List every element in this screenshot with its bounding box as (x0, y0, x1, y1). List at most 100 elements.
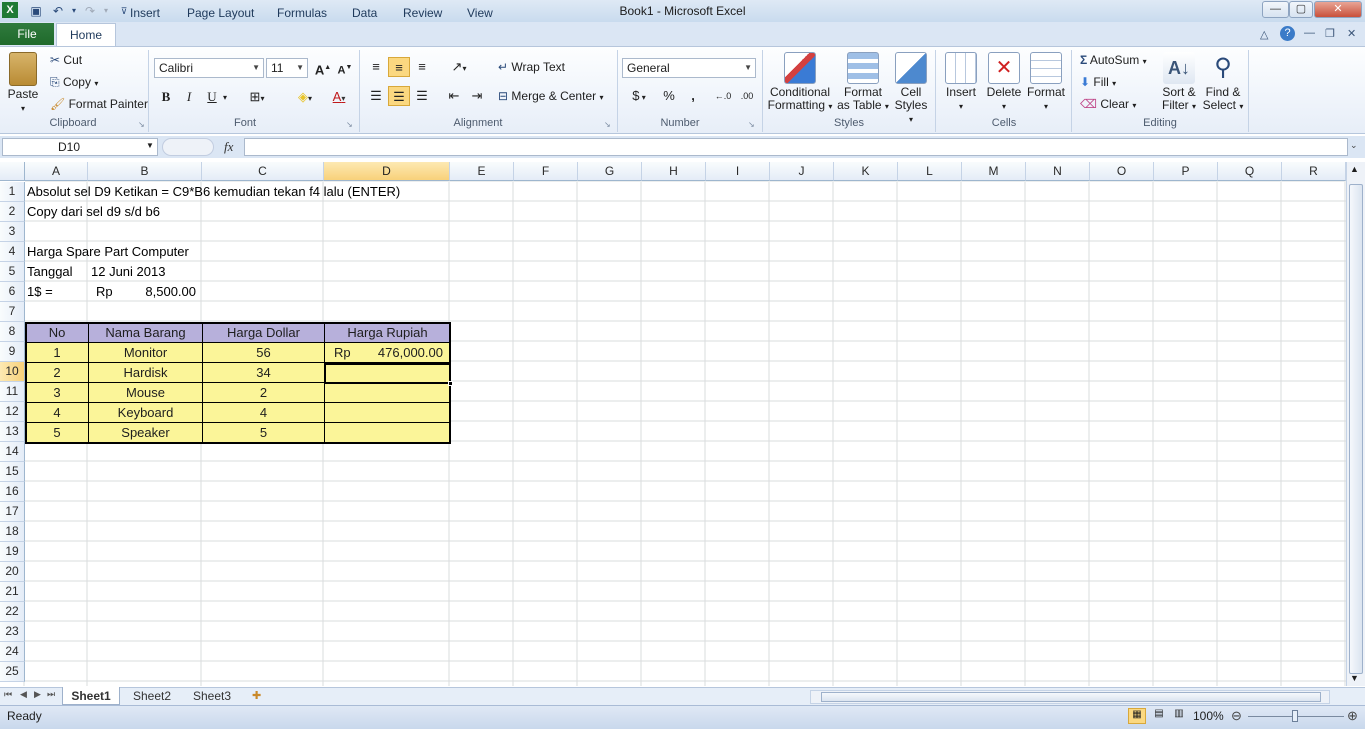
align-right-button[interactable]: ☰ (411, 86, 433, 106)
vertical-scroll-thumb[interactable] (1349, 184, 1363, 674)
tab-view[interactable]: View (457, 3, 503, 25)
table-cell-nama[interactable]: Mouse (88, 382, 203, 403)
borders-button[interactable]: ⊞▾ (246, 87, 268, 107)
fill-color-button[interactable]: ◈▾ (290, 87, 320, 107)
expand-formula-bar-icon[interactable]: ⌄ (1350, 140, 1358, 151)
align-center-button[interactable]: ☰ (388, 86, 410, 106)
merge-center-button[interactable]: ⊟ Merge & Center ▾ (498, 89, 603, 103)
tab-formulas[interactable]: Formulas (267, 3, 337, 25)
column-header-b[interactable]: B (88, 162, 202, 181)
table-cell-nama[interactable]: Speaker (88, 422, 203, 443)
column-header-g[interactable]: G (578, 162, 642, 181)
row-header-2[interactable]: 2 (0, 202, 25, 222)
column-header-j[interactable]: J (770, 162, 834, 181)
page-layout-view-icon[interactable]: ▤ (1150, 708, 1168, 724)
shrink-font-button[interactable]: A▼ (334, 58, 356, 78)
autosum-button[interactable]: Σ AutoSum ▾ (1080, 53, 1147, 67)
clipboard-launcher-icon[interactable]: ↘ (138, 120, 145, 129)
table-cell-no[interactable]: 2 (25, 362, 89, 383)
row-header-21[interactable]: 21 (0, 582, 25, 602)
zoom-level[interactable]: 100% (1193, 709, 1224, 723)
formula-input[interactable] (244, 138, 1348, 156)
alignment-launcher-icon[interactable]: ↘ (604, 120, 611, 129)
orientation-button[interactable]: ↗▾ (446, 57, 472, 77)
clear-button[interactable]: ⌫ Clear ▾ (1080, 97, 1136, 111)
number-format-combo[interactable]: General ▼ (622, 58, 756, 78)
vertical-scrollbar[interactable]: ▲ ▼ (1346, 162, 1365, 686)
format-cells-button[interactable]: Format ▾ (1025, 52, 1067, 113)
paste-button[interactable]: Paste ▾ (4, 52, 42, 115)
table-header-1[interactable]: Nama Barang (88, 322, 203, 343)
cell-a6[interactable]: 1$ = (27, 282, 53, 302)
zoom-slider-thumb[interactable] (1292, 710, 1298, 722)
maximize-button[interactable]: ▢ (1289, 1, 1313, 18)
table-header-3[interactable]: Harga Rupiah (324, 322, 451, 343)
column-header-c[interactable]: C (202, 162, 324, 181)
column-header-q[interactable]: Q (1218, 162, 1282, 181)
cut-button[interactable]: ✂ Cut (50, 53, 82, 67)
font-name-combo[interactable]: Calibri ▼ (154, 58, 264, 78)
table-cell-no[interactable]: 4 (25, 402, 89, 423)
table-cell-dollar[interactable]: 34 (202, 362, 325, 383)
workbook-minimize-icon[interactable]: — (1304, 27, 1315, 39)
cell-a5[interactable]: Tanggal (27, 262, 73, 282)
find-select-button[interactable]: ⚲ Find & Select ▾ (1200, 52, 1246, 113)
table-cell-no[interactable]: 5 (25, 422, 89, 443)
underline-button[interactable]: U (201, 87, 223, 107)
tab-data[interactable]: Data (342, 3, 387, 25)
column-header-o[interactable]: O (1090, 162, 1154, 181)
workbook-close-icon[interactable]: ✕ (1347, 27, 1356, 40)
format-as-table-button[interactable]: Format as Table ▾ (836, 52, 890, 113)
insert-function-button[interactable]: fx (224, 139, 233, 155)
table-cell-dollar[interactable]: 56 (202, 342, 325, 363)
sheet-tab-3[interactable]: Sheet3 (184, 687, 240, 705)
bold-button[interactable]: B (155, 87, 177, 107)
name-box[interactable]: D10 (2, 138, 158, 156)
table-cell-nama[interactable]: Monitor (88, 342, 203, 363)
table-cell-nama[interactable]: Hardisk (88, 362, 203, 383)
page-break-view-icon[interactable]: ▥ (1170, 708, 1188, 724)
table-cell-dollar[interactable]: 2 (202, 382, 325, 403)
row-header-23[interactable]: 23 (0, 622, 25, 642)
table-header-0[interactable]: No (25, 322, 89, 343)
column-header-f[interactable]: F (514, 162, 578, 181)
align-left-button[interactable]: ☰ (365, 86, 387, 106)
workbook-restore-icon[interactable]: ❐ (1325, 27, 1335, 40)
copy-button[interactable]: ⎘ Copy ▾ (50, 75, 98, 90)
column-header-l[interactable]: L (898, 162, 962, 181)
first-sheet-icon[interactable]: ⏮ (4, 689, 12, 700)
scroll-down-icon[interactable]: ▼ (1350, 673, 1359, 683)
table-cell-rupiah[interactable]: Rp 476,000.00 (324, 342, 451, 363)
comma-button[interactable]: , (682, 86, 704, 106)
row-header-1[interactable]: 1 (0, 182, 25, 202)
active-cell-d10[interactable] (324, 363, 451, 384)
zoom-in-icon[interactable]: ⊕ (1347, 708, 1358, 724)
column-header-n[interactable]: N (1026, 162, 1090, 181)
row-header-9[interactable]: 9 (0, 342, 25, 362)
tab-file[interactable]: File (0, 23, 54, 45)
column-header-i[interactable]: I (706, 162, 770, 181)
delete-cells-button[interactable]: ✕ Delete ▾ (984, 52, 1024, 113)
cell-b5[interactable]: 12 Juni 2013 (91, 262, 165, 282)
tab-page-layout[interactable]: Page Layout (177, 3, 264, 25)
column-header-m[interactable]: M (962, 162, 1026, 181)
help-icon[interactable]: ? (1280, 26, 1295, 41)
font-color-button[interactable]: A▾ (324, 87, 354, 107)
currency-button[interactable]: $ ▾ (624, 86, 654, 106)
column-header-r[interactable]: R (1282, 162, 1346, 181)
wrap-text-button[interactable]: ↵ Wrap Text (498, 60, 565, 74)
row-header-7[interactable]: 7 (0, 302, 25, 322)
formula-bar-handle[interactable] (162, 138, 214, 156)
decrease-indent-button[interactable]: ⇤ (443, 86, 465, 106)
select-all-corner[interactable] (0, 162, 25, 181)
fill-handle[interactable] (448, 381, 453, 386)
table-cell-no[interactable]: 3 (25, 382, 89, 403)
cell-styles-button[interactable]: Cell Styles ▾ (891, 52, 931, 126)
cell-a4[interactable]: Harga Spare Part Computer (27, 242, 189, 262)
italic-button[interactable]: I (178, 87, 200, 107)
cell-a1[interactable]: Absolut sel D9 Ketikan = C9*B6 kemudian … (27, 182, 400, 202)
horizontal-scrollbar[interactable] (810, 690, 1330, 704)
tab-home[interactable]: Home (56, 23, 116, 47)
grow-font-button[interactable]: A▲ (312, 58, 334, 78)
number-launcher-icon[interactable]: ↘ (748, 120, 755, 129)
